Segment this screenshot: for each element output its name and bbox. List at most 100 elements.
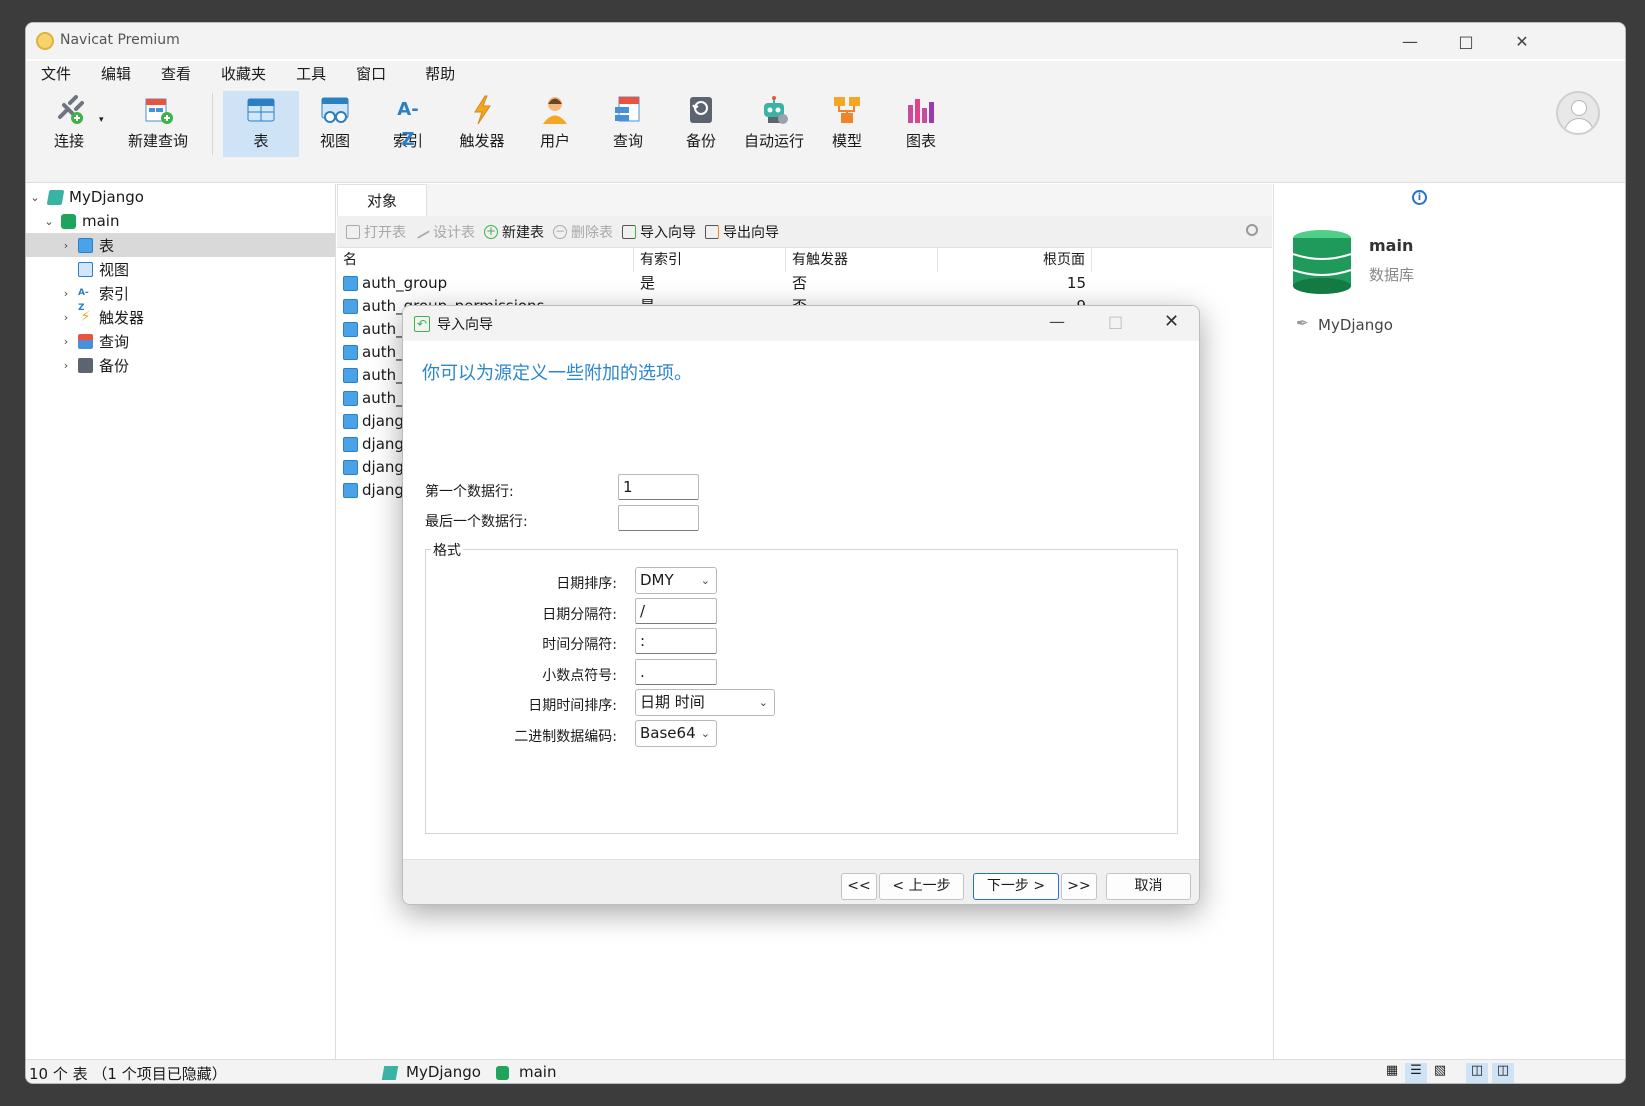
export-wizard-button[interactable]: 导出向导	[705, 222, 779, 242]
delete-table-button[interactable]: − 删除表	[553, 222, 613, 242]
column-header-has-trigger[interactable]: 有触发器	[786, 248, 938, 272]
menu-file[interactable]: 文件	[26, 61, 86, 87]
tree-item-tables[interactable]: › 表	[26, 233, 335, 257]
dialog-maximize-button[interactable]: □	[1108, 312, 1123, 331]
date-order-select[interactable]: DMY ⌄	[635, 567, 717, 594]
backup-icon	[686, 95, 716, 125]
dialog-close-button[interactable]: ✕	[1164, 311, 1179, 332]
dialog-minimize-button[interactable]: —	[1049, 312, 1065, 331]
column-header-has-index[interactable]: 有索引	[634, 248, 786, 272]
automation-button[interactable]: 自动运行	[736, 91, 812, 157]
model-button[interactable]: 模型	[809, 91, 885, 157]
datetime-order-select[interactable]: 日期 时间 ⌄	[635, 689, 775, 716]
user-avatar-icon[interactable]	[1556, 91, 1600, 135]
chevron-right-icon[interactable]: ›	[60, 311, 72, 324]
menu-edit[interactable]: 编辑	[86, 61, 146, 87]
plus-circle-icon: +	[484, 223, 498, 239]
tree-item-backups[interactable]: › 备份	[26, 353, 335, 377]
table-button[interactable]: 表	[223, 91, 299, 157]
tree-item-indexes[interactable]: › A-Z 索引	[26, 281, 335, 313]
new-query-button[interactable]: 新建查询	[115, 91, 201, 157]
user-button[interactable]: 用户	[517, 91, 593, 157]
chevron-right-icon[interactable]: ›	[60, 359, 72, 372]
table-icon	[343, 345, 358, 360]
maximize-button[interactable]: □	[1437, 23, 1495, 59]
table-row[interactable]: auth_group 是 否 15	[337, 272, 1272, 295]
root-page-value: 15	[1066, 274, 1086, 292]
connect-button[interactable]: 连接	[31, 91, 107, 157]
design-table-button[interactable]: 设计表	[413, 222, 475, 242]
chevron-down-icon: ⌄	[700, 574, 710, 587]
chart-button[interactable]: 图表	[883, 91, 959, 157]
next-button[interactable]: 下一步 >	[973, 873, 1059, 900]
trigger-button[interactable]: 触发器	[444, 91, 520, 157]
backup-button[interactable]: 备份	[663, 91, 739, 157]
close-button[interactable]: ✕	[1493, 23, 1551, 59]
new-table-button[interactable]: + 新建表	[484, 222, 544, 242]
automation-label: 自动运行	[743, 132, 804, 150]
sqlite-connection-icon	[381, 1066, 399, 1080]
menu-window[interactable]: 窗口	[341, 61, 401, 87]
tab-objects[interactable]: 对象	[337, 184, 427, 216]
grid-view-icon[interactable]: ▦	[1381, 1063, 1403, 1083]
time-separator-input[interactable]: :	[635, 628, 717, 654]
tree-item-label: 索引	[99, 284, 130, 303]
connect-dropdown-icon[interactable]: ▾	[99, 115, 104, 125]
cancel-button[interactable]: 取消	[1106, 873, 1191, 900]
last-row-input[interactable]	[618, 505, 699, 531]
tree-connection[interactable]: ⌄ MyDjango	[26, 185, 335, 209]
toolbar-separator	[212, 93, 213, 155]
tree-database[interactable]: ⌄ main	[26, 209, 335, 233]
table-icon	[343, 322, 358, 337]
sqlite-connection-icon	[46, 189, 65, 205]
column-header-root-page[interactable]: 根页面	[938, 248, 1092, 272]
back-button[interactable]: < 上一步	[879, 873, 964, 900]
dialog-heading: 你可以为源定义一些附加的选项。	[422, 363, 692, 384]
first-step-button[interactable]: <<	[841, 873, 877, 900]
index-az-icon: A-Z	[397, 99, 419, 150]
new-query-label: 新建查询	[127, 132, 188, 150]
list-view-icon[interactable]: ☰	[1405, 1063, 1427, 1083]
decimal-symbol-input[interactable]: .	[635, 659, 717, 685]
view-button[interactable]: 视图	[297, 91, 373, 157]
import-wizard-button[interactable]: 导入向导	[622, 222, 696, 242]
table-icon	[343, 460, 358, 475]
binary-encoding-select[interactable]: Base64 ⌄	[635, 720, 717, 747]
chevron-down-icon[interactable]: ⌄	[29, 191, 41, 204]
query-button[interactable]: 查询	[590, 91, 666, 157]
column-header-name[interactable]: 名	[337, 248, 634, 272]
detail-view-icon[interactable]: ▧	[1429, 1063, 1451, 1083]
user-label: 用户	[539, 132, 570, 150]
table-name: auth_group	[362, 274, 448, 292]
menu-favorites[interactable]: 收藏夹	[206, 61, 281, 87]
connect-label: 连接	[53, 132, 84, 150]
chevron-down-icon[interactable]: ⌄	[43, 215, 55, 228]
chevron-down-icon: ⌄	[758, 696, 768, 709]
open-table-button[interactable]: 打开表	[346, 222, 406, 242]
menu-view[interactable]: 查看	[146, 61, 206, 87]
status-database: main	[519, 1063, 557, 1081]
user-icon	[540, 95, 570, 125]
dialog-title-bar: ↶ 导入向导 — □ ✕	[403, 306, 1199, 341]
toggle-right-pane-icon[interactable]: ◫	[1492, 1063, 1514, 1083]
minimize-button[interactable]: —	[1381, 23, 1439, 59]
info-icon[interactable]: i	[1412, 190, 1427, 205]
date-separator-input[interactable]: /	[635, 598, 717, 624]
menu-help[interactable]: 帮助	[401, 61, 470, 87]
toggle-left-pane-icon[interactable]: ◫	[1466, 1063, 1488, 1083]
has-trigger-value: 否	[792, 274, 808, 292]
tree-item-triggers[interactable]: › ⚡ 触发器	[26, 305, 335, 329]
database-icon	[61, 213, 76, 229]
window-title: Navicat Premium	[60, 32, 180, 48]
tree-item-views[interactable]: 视图	[26, 257, 335, 281]
index-button[interactable]: A-Z 索引	[370, 91, 446, 157]
chevron-right-icon[interactable]: ›	[60, 287, 72, 300]
chevron-right-icon[interactable]: ›	[60, 239, 72, 252]
last-step-button[interactable]: >>	[1061, 873, 1097, 900]
status-summary: 10 个 表 （1 个项目已隐藏）	[29, 1065, 227, 1083]
tree-item-queries[interactable]: › 查询	[26, 329, 335, 353]
chevron-right-icon[interactable]: ›	[60, 335, 72, 348]
menu-tools[interactable]: 工具	[281, 61, 341, 87]
search-icon[interactable]	[1246, 224, 1258, 236]
first-row-input[interactable]: 1	[618, 474, 699, 500]
